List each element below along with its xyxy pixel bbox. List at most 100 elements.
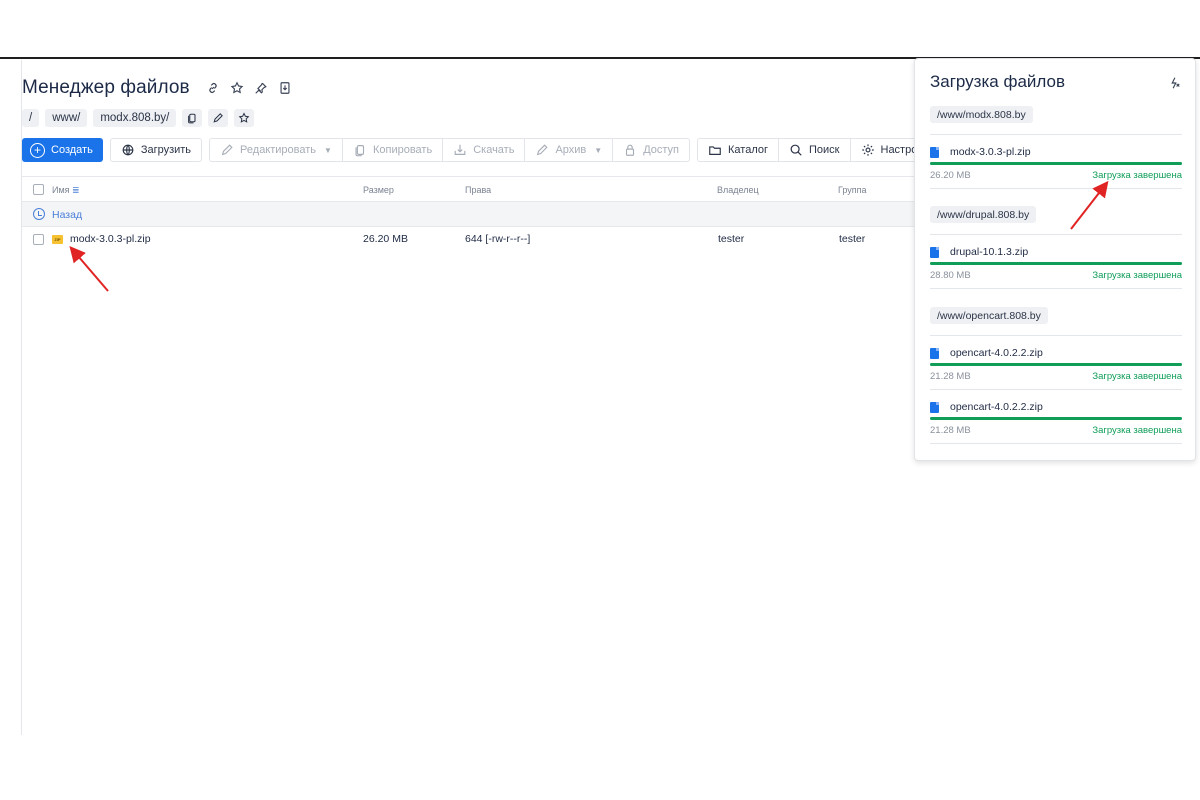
upload-item: opencart-4.0.2.2.zip 21.28 MB Загрузка з… bbox=[930, 346, 1182, 386]
star-icon[interactable] bbox=[230, 81, 244, 95]
column-owner[interactable]: Владелец bbox=[717, 185, 759, 195]
clear-list-icon[interactable] bbox=[1167, 76, 1181, 90]
table-row[interactable]: ZIP modx-3.0.3-pl.zip 26.20 MB 644 [-rw-… bbox=[22, 227, 914, 251]
upload-file-size: 26.20 MB bbox=[930, 170, 971, 181]
download-icon bbox=[454, 144, 466, 155]
access-label: Доступ bbox=[643, 144, 680, 156]
column-group[interactable]: Группа bbox=[838, 185, 867, 195]
copy-label: Копировать bbox=[372, 144, 433, 156]
upload-file-name: opencart-4.0.2.2.zip bbox=[950, 401, 1043, 413]
copy-path-icon[interactable] bbox=[182, 109, 203, 127]
upload-status: Загрузка завершена bbox=[1092, 270, 1182, 281]
divider bbox=[930, 288, 1182, 289]
bookmark-path-icon[interactable] bbox=[234, 109, 255, 127]
create-label: Создать bbox=[51, 144, 93, 156]
download-page-icon[interactable] bbox=[278, 81, 292, 95]
select-all-checkbox[interactable] bbox=[33, 184, 44, 195]
gear-icon bbox=[861, 144, 874, 156]
upload-file-name: drupal-10.1.3.zip bbox=[950, 246, 1029, 258]
row-checkbox[interactable] bbox=[33, 234, 44, 245]
search-button[interactable]: Поиск bbox=[779, 139, 851, 161]
copy-button[interactable]: Копировать bbox=[343, 139, 444, 161]
upload-file-name: modx-3.0.3-pl.zip bbox=[950, 146, 1031, 158]
divider bbox=[930, 389, 1182, 390]
catalog-label: Каталог bbox=[728, 144, 769, 156]
upload-file-size: 21.28 MB bbox=[930, 425, 971, 436]
pin-icon[interactable] bbox=[254, 81, 268, 95]
copy-icon bbox=[355, 145, 365, 157]
pencil-icon bbox=[221, 144, 233, 156]
column-name[interactable]: Имя ≣ bbox=[52, 185, 80, 196]
divider bbox=[930, 443, 1182, 444]
upload-progress-bar bbox=[930, 262, 1182, 265]
zip-file-icon: ZIP bbox=[52, 235, 63, 244]
search-label: Поиск bbox=[809, 144, 840, 156]
edit-label: Редактировать bbox=[240, 144, 317, 156]
catalog-button[interactable]: Каталог bbox=[698, 139, 780, 161]
divider bbox=[930, 234, 1182, 235]
upload-panel: Загрузка файлов /www/modx.808.by modx-3.… bbox=[914, 58, 1196, 461]
file-icon bbox=[930, 247, 939, 258]
upload-file-name: opencart-4.0.2.2.zip bbox=[950, 347, 1043, 359]
divider bbox=[930, 188, 1182, 189]
upload-file-size: 28.80 MB bbox=[930, 270, 971, 281]
upload-progress-bar bbox=[930, 363, 1182, 366]
divider bbox=[930, 335, 1182, 336]
upload-panel-title: Загрузка файлов bbox=[930, 72, 1066, 91]
access-button[interactable]: Доступ bbox=[613, 139, 689, 161]
column-perms[interactable]: Права bbox=[465, 185, 491, 195]
table-header: Имя ≣ Размер Права Владелец Группа bbox=[22, 176, 914, 202]
divider bbox=[930, 134, 1182, 135]
back-row[interactable]: Назад bbox=[22, 202, 914, 227]
upload-item: opencart-4.0.2.2.zip 21.28 MB Загрузка з… bbox=[930, 400, 1182, 440]
file-group: tester bbox=[839, 233, 866, 245]
column-size[interactable]: Размер bbox=[363, 185, 394, 195]
upload-group-path: /www/modx.808.by bbox=[930, 106, 1033, 123]
upload-item: modx-3.0.3-pl.zip 26.20 MB Загрузка заве… bbox=[930, 145, 1182, 185]
upload-group-path: /www/opencart.808.by bbox=[930, 307, 1048, 324]
edit-path-icon[interactable] bbox=[208, 109, 229, 127]
upload-status: Загрузка завершена bbox=[1092, 371, 1182, 382]
back-clock-icon bbox=[33, 208, 45, 220]
file-icon bbox=[930, 147, 939, 158]
edit-button[interactable]: Редактировать ▼ bbox=[210, 139, 343, 161]
upload-progress-fill bbox=[930, 262, 1182, 265]
download-button[interactable]: Скачать bbox=[443, 139, 526, 161]
upload-status: Загрузка завершена bbox=[1092, 170, 1182, 181]
upload-progress-fill bbox=[930, 162, 1182, 165]
folder-icon bbox=[709, 146, 721, 155]
upload-file-size: 21.28 MB bbox=[930, 371, 971, 382]
file-actions-group: Редактировать ▼ Копировать Скачать Архив… bbox=[209, 138, 691, 162]
file-icon bbox=[930, 402, 939, 413]
archive-label: Архив bbox=[555, 144, 587, 156]
file-name[interactable]: modx-3.0.3-pl.zip bbox=[70, 233, 151, 245]
file-icon bbox=[930, 348, 939, 359]
upload-progress-bar bbox=[930, 417, 1182, 420]
sort-icon: ≣ bbox=[72, 185, 80, 195]
chevron-down-icon: ▼ bbox=[324, 145, 332, 155]
toolbar: + Создать Загрузить Редактировать ▼ Копи… bbox=[22, 138, 946, 162]
download-label: Скачать bbox=[473, 144, 515, 156]
upload-progress-fill bbox=[930, 417, 1182, 420]
upload-item: drupal-10.1.3.zip 28.80 MB Загрузка заве… bbox=[930, 245, 1182, 285]
view-group: Каталог Поиск Настройки bbox=[697, 138, 946, 162]
upload-progress-bar bbox=[930, 162, 1182, 165]
create-button[interactable]: + Создать bbox=[22, 138, 103, 162]
upload-group-path: /www/drupal.808.by bbox=[930, 206, 1037, 223]
upload-group: Загрузить bbox=[109, 138, 203, 162]
file-size: 26.20 MB bbox=[363, 233, 408, 245]
breadcrumb-modx[interactable]: modx.808.by/ bbox=[93, 109, 177, 127]
column-name-label: Имя bbox=[52, 185, 70, 195]
archive-button[interactable]: Архив ▼ bbox=[525, 139, 614, 161]
chevron-down-icon: ▼ bbox=[594, 145, 603, 155]
back-label: Назад bbox=[52, 209, 83, 221]
lock-icon bbox=[626, 144, 635, 156]
search-icon bbox=[790, 144, 802, 156]
file-owner: tester bbox=[718, 233, 745, 245]
file-perms[interactable]: 644 [-rw-r--r--] bbox=[465, 233, 530, 245]
breadcrumb-root[interactable]: / bbox=[22, 109, 40, 127]
breadcrumb-www[interactable]: www/ bbox=[45, 109, 88, 127]
upload-button[interactable]: Загрузить bbox=[111, 139, 201, 161]
link-icon[interactable] bbox=[206, 81, 220, 95]
title-row: Менеджер файлов bbox=[22, 77, 292, 99]
